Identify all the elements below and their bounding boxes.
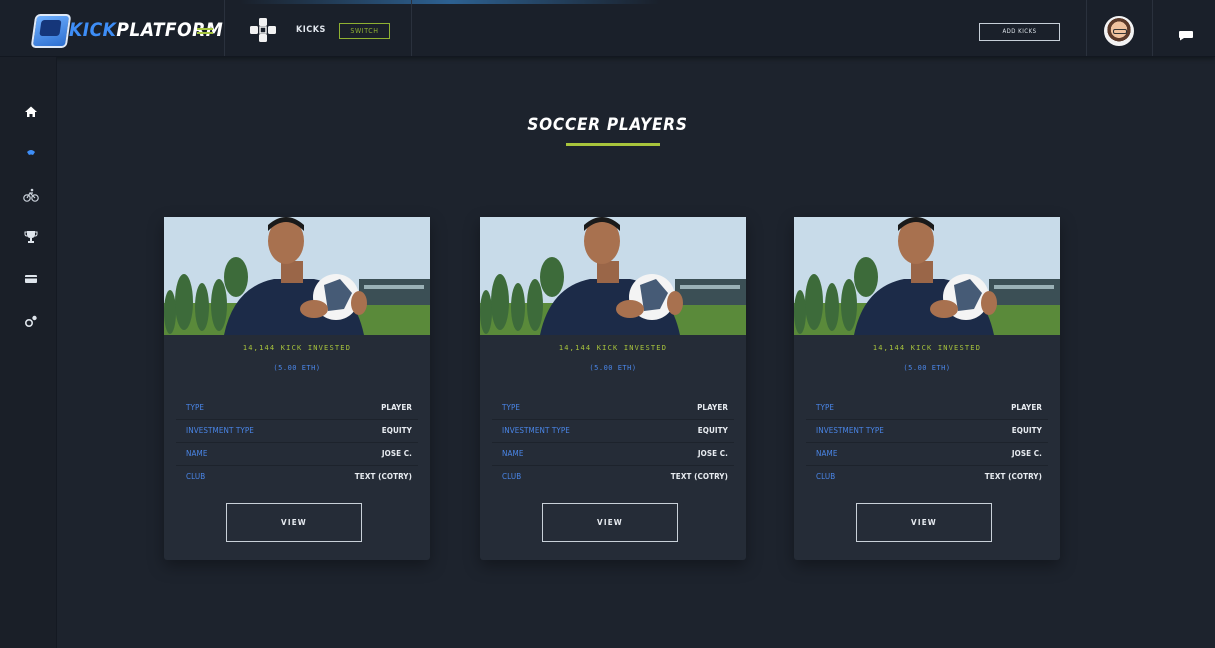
info-table: TYPE PLAYER INVESTMENT TYPE EQUITY NAME JOS… (492, 397, 734, 488)
card-icon[interactable] (22, 270, 40, 288)
info-row: NAME JOSE C. (176, 442, 418, 465)
info-row: CLUB TEXT (COTRY) (492, 465, 734, 488)
player-card: 14,144 KICK INVESTED (5.00 ETH) TYPE PLAY… (480, 217, 746, 560)
info-value: EQUITY (381, 426, 412, 435)
info-row: NAME JOSE C. (492, 442, 734, 465)
eth-amount: (5.00 ETH) (273, 364, 321, 372)
invested-amount: 14,144 KICK INVESTED (872, 344, 982, 352)
info-value: TEXT (COTRY) (984, 472, 1042, 481)
info-label: NAME (816, 449, 838, 458)
info-row: TYPE PLAYER (176, 397, 418, 419)
info-value: TEXT (COTRY) (354, 472, 412, 481)
info-value: EQUITY (697, 426, 728, 435)
cycling-icon[interactable] (22, 186, 40, 204)
soccer-icon[interactable] (22, 144, 40, 162)
info-label: NAME (186, 449, 208, 458)
logo-icon[interactable] (30, 14, 72, 48)
info-label: CLUB (186, 472, 206, 481)
info-label: TYPE (186, 403, 205, 412)
eth-amount: (5.00 ETH) (903, 364, 951, 372)
info-label: INVESTMENT TYPE (816, 426, 884, 435)
info-row: TYPE PLAYER (492, 397, 734, 419)
player-image (164, 217, 430, 335)
header-glow (240, 0, 660, 4)
info-label: CLUB (502, 472, 522, 481)
top-header: KICKPLATFORM KICKS SWITCH ADD KICKS (0, 0, 1215, 57)
kicks-label: KICKS (296, 25, 326, 35)
info-value: JOSE C. (1011, 449, 1042, 458)
view-button[interactable]: VIEW (856, 503, 992, 542)
title-underline (566, 143, 660, 146)
header-divider (1086, 0, 1087, 56)
sidebar (0, 57, 57, 648)
info-value: PLAYER (1011, 403, 1042, 412)
settings-icon[interactable] (22, 312, 40, 330)
info-label: NAME (502, 449, 524, 458)
page-title: SOCCER PLAYERS (527, 115, 688, 135)
info-row: CLUB TEXT (COTRY) (806, 465, 1048, 488)
info-label: INVESTMENT TYPE (186, 426, 254, 435)
invested-amount: 14,144 KICK INVESTED (242, 344, 352, 352)
switch-button[interactable]: SWITCH (339, 23, 390, 39)
info-value: JOSE C. (381, 449, 412, 458)
info-table: TYPE PLAYER INVESTMENT TYPE EQUITY NAME JOS… (806, 397, 1048, 488)
info-row: CLUB TEXT (COTRY) (176, 465, 418, 488)
add-kicks-button[interactable]: ADD KICKS (979, 23, 1060, 41)
trophy-icon[interactable] (22, 228, 40, 246)
info-value: PLAYER (381, 403, 412, 412)
chat-icon[interactable] (1178, 26, 1194, 41)
header-divider (224, 0, 225, 56)
view-button[interactable]: VIEW (542, 503, 678, 542)
header-divider (1152, 0, 1153, 56)
info-row: INVESTMENT TYPE EQUITY (806, 419, 1048, 442)
info-label: TYPE (502, 403, 521, 412)
player-card: 14,144 KICK INVESTED (5.00 ETH) TYPE PLAY… (164, 217, 430, 560)
info-table: TYPE PLAYER INVESTMENT TYPE EQUITY NAME JOS… (176, 397, 418, 488)
view-button[interactable]: VIEW (226, 503, 362, 542)
info-value: EQUITY (1011, 426, 1042, 435)
info-row: NAME JOSE C. (806, 442, 1048, 465)
info-row: INVESTMENT TYPE EQUITY (492, 419, 734, 442)
info-label: TYPE (816, 403, 835, 412)
logo-text-kick: KICK (69, 19, 117, 41)
eth-amount: (5.00 ETH) (589, 364, 637, 372)
gamepad-icon[interactable] (248, 16, 278, 44)
info-value: TEXT (COTRY) (670, 472, 728, 481)
avatar[interactable] (1104, 16, 1134, 46)
menu-icon[interactable] (197, 28, 213, 34)
info-label: CLUB (816, 472, 836, 481)
info-value: PLAYER (697, 403, 728, 412)
info-label: INVESTMENT TYPE (502, 426, 570, 435)
header-divider (411, 0, 412, 56)
invested-amount: 14,144 KICK INVESTED (558, 344, 668, 352)
info-row: TYPE PLAYER (806, 397, 1048, 419)
player-image (480, 217, 746, 335)
player-image (794, 217, 1060, 335)
player-card: 14,144 KICK INVESTED (5.00 ETH) TYPE PLAY… (794, 217, 1060, 560)
info-value: JOSE C. (697, 449, 728, 458)
info-row: INVESTMENT TYPE EQUITY (176, 419, 418, 442)
